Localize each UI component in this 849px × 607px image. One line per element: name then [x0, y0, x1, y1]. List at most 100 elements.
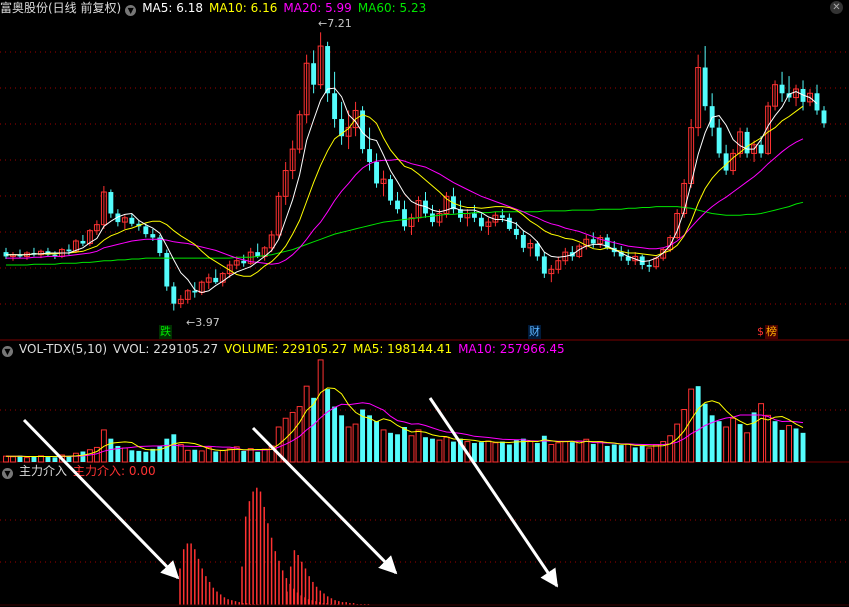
volume-bar-down — [569, 442, 575, 462]
candle-down — [471, 213, 477, 218]
volume-bar-down — [388, 432, 393, 462]
volume-bar-up — [317, 359, 324, 463]
volume-bar-down — [779, 429, 785, 462]
volume-bar-down — [611, 444, 617, 462]
volume-bar-up — [93, 446, 100, 463]
volume-bar-up — [177, 444, 184, 463]
candle-down — [171, 286, 177, 304]
candle-down — [821, 110, 827, 124]
volume-bar-down — [143, 451, 149, 462]
volume-bar-up — [583, 438, 590, 463]
volume-bar-down — [423, 437, 428, 462]
volume-bar-up — [653, 444, 660, 463]
volume-bar-up — [597, 441, 604, 463]
candle-down — [723, 153, 729, 171]
volume-bar-down — [451, 441, 456, 462]
volume-bar-up — [527, 441, 534, 463]
volume-bar-up — [121, 447, 128, 463]
candle-down — [506, 217, 512, 229]
volume-bar-down — [751, 412, 757, 462]
volume-bar-down — [534, 443, 540, 462]
volume-bar-up — [72, 452, 79, 463]
volume-bar-down — [164, 438, 170, 462]
volume-bar-up — [548, 444, 555, 463]
candle-down — [758, 144, 764, 154]
volume-bar-down — [45, 457, 51, 462]
volume-bar-down — [793, 428, 799, 462]
volume-bar-up — [219, 449, 226, 463]
volume-bar-up — [289, 411, 296, 463]
volume-bar-down — [402, 427, 407, 462]
volume-bar-down — [716, 421, 722, 462]
volume-bar-up — [303, 385, 310, 463]
volume-bar-down — [332, 406, 338, 462]
candle-down — [702, 67, 708, 107]
candle-down — [150, 234, 156, 238]
candle-down — [541, 256, 547, 274]
candle-down — [213, 277, 219, 283]
candle-down — [129, 217, 135, 224]
candle-down — [325, 46, 331, 94]
volume-bar-down — [339, 415, 345, 462]
volume-bar-up — [730, 417, 737, 463]
candle-down — [402, 209, 407, 227]
candle-down — [716, 127, 722, 154]
volume-bar-down — [618, 445, 624, 462]
volume-bar-down — [513, 440, 519, 462]
candle-down — [241, 260, 247, 264]
candle-down — [395, 200, 400, 210]
volume-bar-down — [590, 443, 596, 462]
candle-down — [108, 192, 114, 214]
volume-bar-down — [499, 441, 505, 462]
candle-down — [499, 215, 505, 218]
volume-bar-up — [24, 457, 30, 463]
volume-bar-up — [198, 450, 205, 463]
volume-bar-up — [247, 448, 254, 463]
candle-down — [66, 249, 72, 252]
volume-bar-up — [576, 440, 583, 463]
volume-bar-down — [192, 449, 198, 462]
volume-bar-up — [744, 432, 751, 463]
volume-bar-up — [646, 447, 653, 463]
candle-down — [478, 217, 484, 227]
volume-bar-down — [639, 445, 645, 462]
volume-bar-down — [702, 403, 708, 462]
volume-bar-down — [157, 445, 163, 462]
volume-bar-up — [3, 455, 9, 463]
volume-bar-down — [374, 421, 379, 462]
candle-down — [520, 234, 526, 248]
candle-down — [430, 213, 435, 223]
volume-bar-up — [352, 423, 359, 463]
chart-window: { "colors":{"up":"#ff3232","down":"#54fc… — [0, 0, 849, 607]
volume-bar-up — [415, 429, 422, 463]
volume-bar-down — [604, 445, 610, 462]
volume-bar-down — [213, 451, 219, 462]
volume-bar-up — [723, 426, 730, 463]
volume-bar-up — [10, 456, 16, 463]
volume-bar-up — [758, 403, 765, 463]
volume-bar-up — [345, 426, 352, 463]
volume-bar-down — [171, 434, 177, 462]
chart-canvas — [0, 32, 849, 606]
volume-bar-up — [688, 388, 695, 463]
volume-bar-up — [226, 448, 233, 463]
volume-bar-down — [66, 456, 72, 462]
volume-bar-down — [367, 415, 373, 462]
volume-bar-up — [765, 414, 772, 463]
volume-bar-down — [695, 386, 701, 462]
volume-bar-up — [667, 435, 674, 463]
volume-bar-up — [261, 448, 268, 463]
volume-bar-up — [786, 425, 792, 463]
candle-down — [779, 84, 785, 94]
volume-bar-up — [184, 449, 191, 463]
volume-bar-down — [478, 442, 484, 462]
volume-bar-up — [562, 441, 569, 463]
volume-bar-up — [205, 446, 212, 463]
volume-bar-down — [311, 397, 317, 462]
candle-down — [143, 226, 149, 235]
candle-down — [513, 228, 519, 235]
candle-down — [590, 239, 596, 244]
volume-bar-down — [430, 438, 435, 462]
price-ma10-line — [6, 105, 804, 277]
candle-down — [388, 179, 393, 201]
